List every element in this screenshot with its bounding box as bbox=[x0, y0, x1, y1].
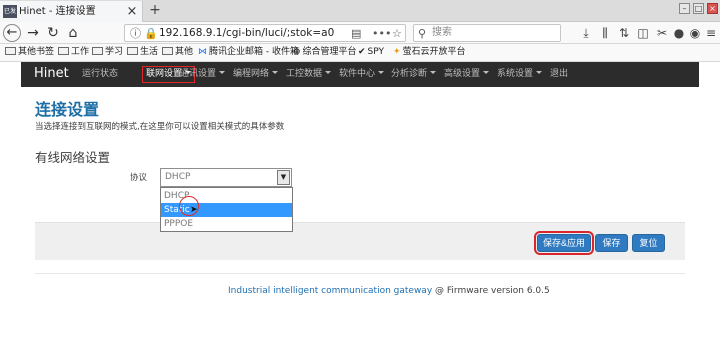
chat-icon[interactable]: ● bbox=[671, 24, 687, 42]
chevron-down-icon bbox=[272, 71, 279, 74]
url-text[interactable]: 192.168.9.1/cgi-bin/luci/;stok=a096a... bbox=[159, 25, 334, 41]
protocol-select-value: DHCP bbox=[165, 172, 191, 182]
new-tab-button[interactable]: + bbox=[147, 0, 163, 21]
menu-analysis-diagnosis[interactable]: 分析诊断 bbox=[391, 62, 437, 87]
footer-divider bbox=[35, 273, 685, 274]
folder-icon bbox=[58, 47, 69, 55]
reload-icon[interactable]: ↻ bbox=[44, 24, 62, 42]
search-bar[interactable]: ⚲ 搜索 bbox=[413, 24, 561, 42]
menu-industrial-data[interactable]: 工控数据 bbox=[286, 62, 332, 87]
footer: Industrial intelligent communication gat… bbox=[228, 285, 550, 297]
folder-icon bbox=[127, 47, 138, 55]
menu-running-status[interactable]: 运行状态 bbox=[82, 62, 118, 87]
menu-logout[interactable]: 退出 bbox=[550, 62, 568, 87]
form-actions-panel: 保存&应用 保存 复位 bbox=[35, 222, 685, 260]
chevron-down-icon bbox=[219, 71, 226, 74]
dropdown-arrow-icon[interactable]: ▼ bbox=[277, 170, 290, 185]
library-icon[interactable]: ⫼ bbox=[597, 24, 613, 42]
protocol-select[interactable]: DHCP ▼ bbox=[160, 168, 292, 187]
back-icon[interactable]: ← bbox=[3, 24, 21, 42]
sync-icon[interactable]: ⇅ bbox=[616, 24, 632, 42]
maximize-icon[interactable]: □ bbox=[693, 3, 704, 14]
mouse-cursor-icon: ➤ bbox=[190, 205, 198, 215]
download-icon[interactable]: ⤓ bbox=[578, 24, 594, 42]
close-tab-icon[interactable]: × bbox=[125, 1, 139, 22]
spy-icon: ✔ bbox=[358, 47, 366, 57]
page-title: 连接设置 bbox=[35, 100, 100, 119]
bookmark-star-icon[interactable]: ☆ bbox=[392, 26, 402, 41]
chevron-down-icon bbox=[536, 71, 543, 74]
protocol-option-pppoe[interactable]: PPPOE bbox=[161, 217, 292, 231]
page-description: 当选择连接到互联网的模式,在这里你可以设置相关模式的具体参数 bbox=[35, 122, 285, 132]
page-actions-icon[interactable]: ••• bbox=[372, 26, 391, 41]
bookmark-item[interactable]: ⋈ 腾讯企业邮箱 - 收件箱 bbox=[198, 44, 299, 61]
url-bar[interactable]: ⓘ 🔒 192.168.9.1/cgi-bin/luci/;stok=a096a… bbox=[124, 24, 406, 42]
menu-software-center[interactable]: 软件中心 bbox=[339, 62, 385, 87]
favicon-icon: 已发送 bbox=[3, 5, 17, 18]
menu-system-settings[interactable]: 系统设置 bbox=[497, 62, 543, 87]
router-top-nav: Hinet 运行状态 联网设置 通讯设置 编程网络 工控数据 软件中心 分析诊断… bbox=[21, 62, 699, 87]
navigation-bar: ← → ↻ ⌂ ⓘ 🔒 192.168.9.1/cgi-bin/luci/;st… bbox=[0, 22, 720, 44]
firmware-version: @ Firmware version 6.0.5 bbox=[435, 286, 550, 296]
reset-button[interactable]: 复位 bbox=[632, 234, 665, 252]
active-tab[interactable]: 已发送 Hinet - 连接设置 × bbox=[0, 1, 143, 22]
bookmark-item[interactable]: 生活 bbox=[127, 44, 158, 61]
bookmarks-bar: 其他书签 工作 学习 生活 其他 ⋈ 腾讯企业邮箱 - 收件箱 ⊕ 综合管理平台 ✔… bbox=[0, 44, 720, 62]
folder-icon bbox=[5, 47, 16, 55]
bookmark-item[interactable]: ⊕ 综合管理平台 bbox=[293, 44, 357, 61]
menu-advanced-settings[interactable]: 高级设置 bbox=[444, 62, 490, 87]
close-window-icon[interactable]: × bbox=[707, 3, 718, 14]
mail-icon: ⋈ bbox=[198, 47, 207, 57]
save-button[interactable]: 保存 bbox=[595, 234, 628, 252]
menu-communication-settings[interactable]: 通讯设置 bbox=[180, 62, 226, 87]
brand-logo[interactable]: Hinet bbox=[34, 62, 69, 87]
account-icon[interactable]: ◉ bbox=[687, 24, 703, 42]
browser-window: 已发送 Hinet - 连接设置 × + – □ × ← → ↻ ⌂ ⓘ 🔒 1… bbox=[0, 0, 720, 344]
reader-view-icon[interactable]: ▤ bbox=[351, 26, 361, 41]
bookmark-item[interactable]: ✔ SPY bbox=[358, 44, 384, 61]
chevron-down-icon bbox=[483, 71, 490, 74]
menu-icon[interactable]: ≡ bbox=[703, 24, 719, 42]
forward-icon[interactable]: → bbox=[24, 24, 42, 42]
footer-link[interactable]: Industrial intelligent communication gat… bbox=[228, 286, 432, 296]
bookmark-item[interactable]: ✦ 萤石云开放平台 bbox=[393, 44, 466, 61]
insecure-lock-icon[interactable]: 🔒 bbox=[144, 26, 158, 41]
bookmark-item[interactable]: 学习 bbox=[92, 44, 123, 61]
search-icon: ⚲ bbox=[418, 27, 427, 40]
bookmark-item[interactable]: 其他书签 bbox=[5, 44, 54, 61]
chevron-down-icon bbox=[378, 71, 385, 74]
minimize-icon[interactable]: – bbox=[679, 3, 690, 14]
ezviz-icon: ✦ bbox=[393, 47, 401, 57]
globe-icon: ⊕ bbox=[293, 47, 301, 57]
tab-bar: 已发送 Hinet - 连接设置 × + – □ × bbox=[0, 0, 720, 22]
chevron-down-icon bbox=[430, 71, 437, 74]
search-placeholder: 搜索 bbox=[432, 27, 452, 38]
info-icon[interactable]: ⓘ bbox=[130, 26, 141, 41]
tab-title: Hinet - 连接设置 bbox=[19, 6, 96, 17]
menu-programming-network[interactable]: 编程网络 bbox=[233, 62, 279, 87]
save-apply-button[interactable]: 保存&应用 bbox=[534, 231, 594, 255]
protocol-label: 协议 bbox=[130, 173, 148, 183]
folder-icon bbox=[92, 47, 103, 55]
chevron-down-icon bbox=[325, 71, 332, 74]
folder-icon bbox=[162, 47, 173, 55]
bookmark-item[interactable]: 工作 bbox=[58, 44, 89, 61]
home-icon[interactable]: ⌂ bbox=[64, 24, 82, 42]
sidebar-icon[interactable]: ◫ bbox=[635, 24, 651, 42]
screenshot-icon[interactable]: ✂ bbox=[654, 24, 670, 42]
section-title: 有线网络设置 bbox=[35, 150, 111, 165]
bookmark-item[interactable]: 其他 bbox=[162, 44, 193, 61]
